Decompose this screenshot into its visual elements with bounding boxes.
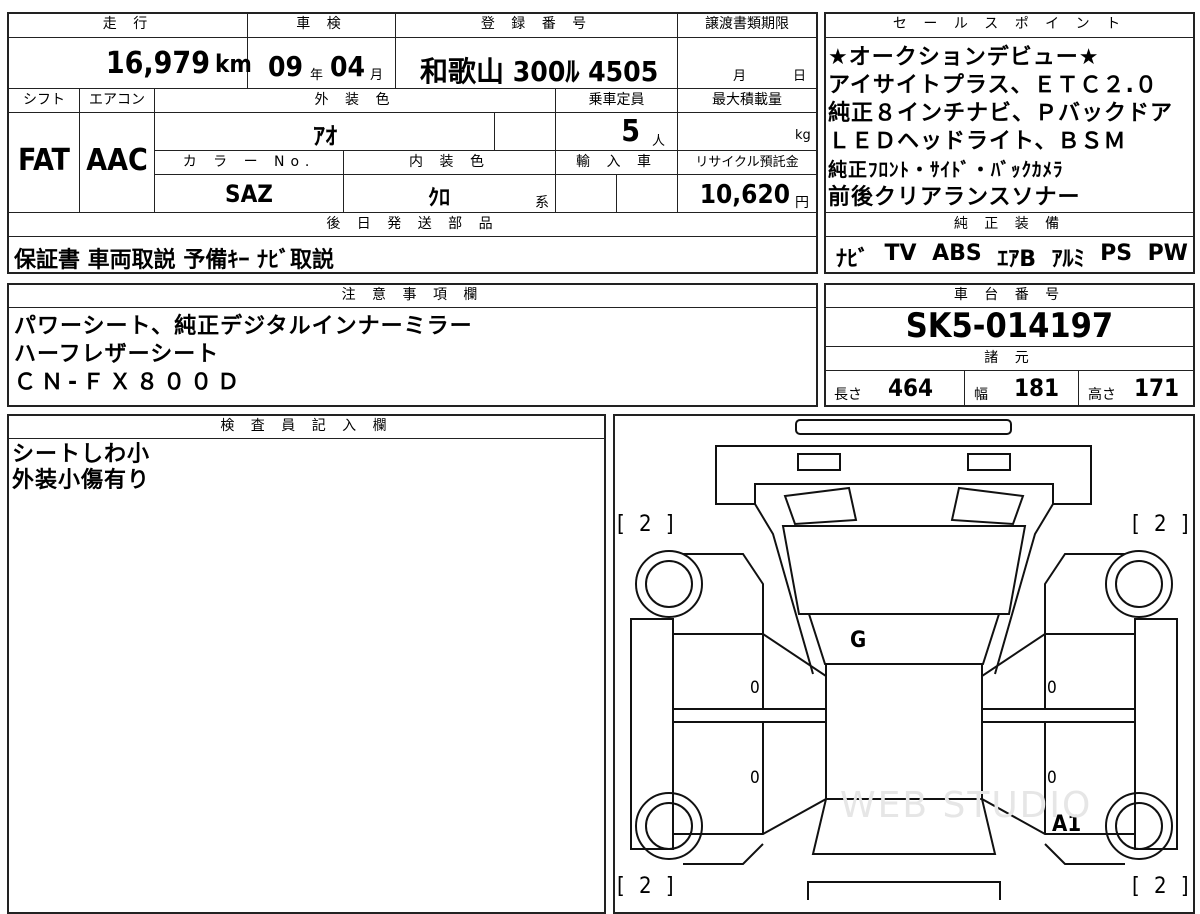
interior-header: 内 装 色 <box>409 154 490 170</box>
equipment-item: PW <box>1147 241 1188 266</box>
equipment-item: ｱﾙﾐ <box>1051 247 1085 272</box>
equipment-item: ABS <box>932 241 982 266</box>
sales-point-line: 純正８インチナビ、Ｐバックドア <box>828 101 1174 126</box>
sales-point-line: ＬＥＤヘッドライト、ＢＳＭ <box>828 129 1127 154</box>
inspector-line: シートしわ小 <box>12 442 151 467</box>
mark-door-rl: 0 <box>750 768 760 788</box>
mileage-value: 16,979 <box>105 46 210 81</box>
inspection-year-unit: 年 <box>310 68 324 83</box>
equipment-item: ﾅﾋﾞ <box>836 247 870 272</box>
registration-value: 和歌山 300ﾙ 4505 <box>420 55 659 88</box>
chassis-header: 車 台 番 号 <box>953 287 1066 303</box>
ac-header: エアコン <box>89 92 145 108</box>
watermark: WEB STUDIO <box>840 785 1093 826</box>
inspection-month-unit: 月 <box>370 68 384 83</box>
tire-front-left: [ 2 ] <box>617 512 678 537</box>
inspector-notes: シートしわ小 外装小傷有り <box>12 442 150 494</box>
equipment-list: ﾅﾋﾞ TV ABS ｴｱB ｱﾙﾐ PS PW <box>836 241 1188 273</box>
transfer-header: 譲渡書類期限 <box>705 16 789 32</box>
sales-points-list: ★オークションデビュー★ アイサイトプラス、ＥＴＣ２.０ 純正８インチナビ、Ｐバ… <box>828 44 1173 212</box>
exterior-value: ｱｵ <box>313 122 337 150</box>
maxload-unit: kg <box>795 128 811 143</box>
inspection-month: 04 <box>330 50 366 83</box>
height-value: 171 <box>1134 374 1180 402</box>
note-line: ハーフレザーシート <box>14 342 220 367</box>
equipment-item: TV <box>884 241 917 266</box>
sales-point-line: アイサイトプラス、ＥＴＣ２.０ <box>828 73 1158 98</box>
sales-point-line: ★オークションデビュー★ <box>828 45 1100 70</box>
shift-value: FAT <box>18 143 70 178</box>
inspection-year: 09 <box>268 50 304 83</box>
later-parts-value: 保証書 車両取説 予備ｷｰ ﾅﾋﾞ取説 <box>14 248 334 273</box>
registration-header: 登 録 番 号 <box>480 16 593 32</box>
maxload-header: 最大積載量 <box>712 92 782 108</box>
recycle-unit: 円 <box>795 195 809 211</box>
notes-list: パワーシート、純正デジタルインナーミラー ハーフレザーシート ＣＮ-ＦＸ８００Ｄ <box>14 313 473 397</box>
mark-roof: G <box>850 628 867 653</box>
tire-front-right: [ 2 ] <box>1132 512 1193 537</box>
equipment-item: ｴｱB <box>997 247 1037 272</box>
recycle-value: 10,620 <box>699 180 790 210</box>
mark-door-fl: 0 <box>750 678 760 698</box>
shift-header: シフト <box>23 92 65 108</box>
interior-suffix: 系 <box>535 195 549 211</box>
length-value: 464 <box>888 374 934 402</box>
inspector-line: 外装小傷有り <box>12 468 151 493</box>
inspection-header: 車 検 <box>296 16 347 32</box>
transfer-day-unit: 日 <box>793 69 807 84</box>
mark-door-fr: 0 <box>1047 678 1057 698</box>
capacity-header: 乗車定員 <box>588 92 645 108</box>
note-line: パワーシート、純正デジタルインナーミラー <box>14 314 473 339</box>
color-no-value: SAZ <box>225 180 273 208</box>
capacity-unit: 人 <box>652 134 666 149</box>
sales-points-header: セ ー ル ス ポ イ ン ト <box>892 16 1127 32</box>
sales-point-line: 前後クリアランスソナー <box>828 185 1081 210</box>
equipment-item: PS <box>1100 241 1133 266</box>
color-no-header: カ ラ ー No. <box>182 154 316 170</box>
car-diagram <box>630 419 1178 900</box>
exterior-header: 外 装 色 <box>314 92 396 108</box>
width-label: 幅 <box>974 387 988 403</box>
tire-rear-left: [ 2 ] <box>617 874 678 899</box>
length-label: 長さ <box>834 387 862 403</box>
height-label: 高さ <box>1088 387 1116 403</box>
transfer-month-unit: 月 <box>733 69 747 84</box>
mileage-header: 走 行 <box>102 16 154 32</box>
note-line: ＣＮ-ＦＸ８００Ｄ <box>14 370 245 395</box>
later-parts-header: 後 日 発 送 部 品 <box>326 216 499 232</box>
tire-rear-right: [ 2 ] <box>1132 874 1193 899</box>
chassis-number: SK5-014197 <box>905 306 1114 346</box>
recycle-header: リサイクル預託金 <box>695 155 799 170</box>
import-header: 輸 入 車 <box>576 154 657 170</box>
interior-value: ｸﾛ <box>427 186 450 211</box>
capacity-value: 5 <box>621 114 640 149</box>
notes-header: 注 意 事 項 欄 <box>341 287 484 303</box>
inspector-header: 検 査 員 記 入 欄 <box>220 418 393 434</box>
mileage-unit: km <box>215 50 252 78</box>
width-value: 181 <box>1014 374 1060 402</box>
specs-header: 諸 元 <box>984 350 1035 366</box>
sales-point-line: 純正ﾌﾛﾝﾄ・ｻｲﾄﾞ・ﾊﾞｯｸｶﾒﾗ <box>828 159 1064 181</box>
equipment-header: 純 正 装 備 <box>953 216 1066 232</box>
ac-value: AAC <box>86 143 148 178</box>
